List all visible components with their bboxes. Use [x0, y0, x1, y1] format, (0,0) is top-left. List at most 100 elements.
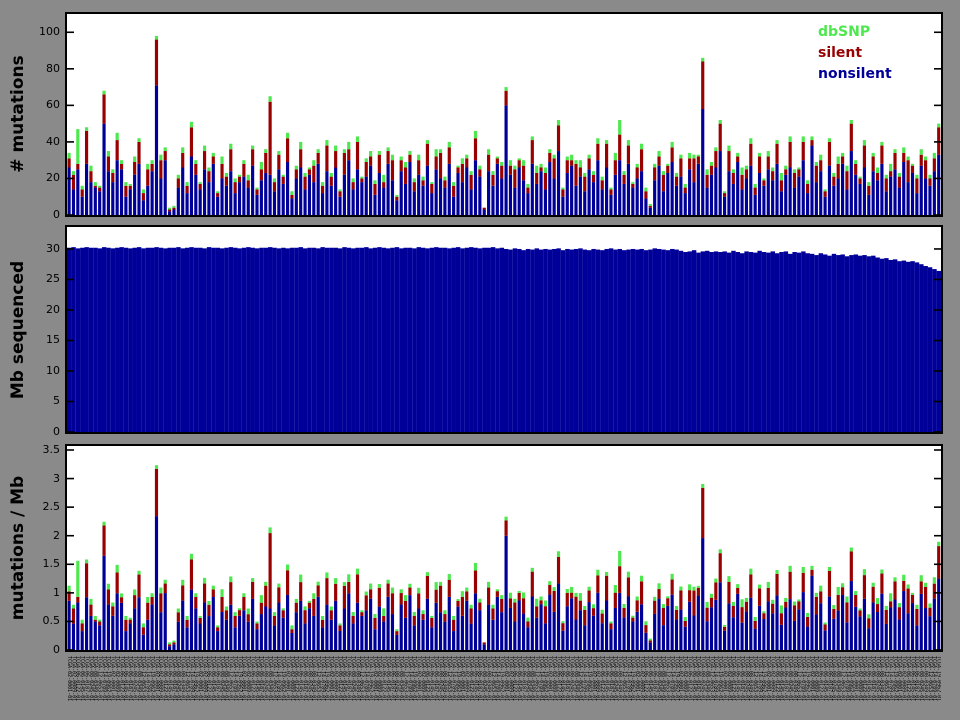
bar-dbsnp	[277, 151, 280, 155]
bar-mb	[648, 250, 652, 432]
bar-silent	[845, 602, 848, 622]
bar-dbsnp	[675, 606, 678, 610]
bar-nonsilent	[334, 601, 337, 650]
bar-silent	[229, 582, 232, 605]
bar-nonsilent	[207, 616, 210, 650]
bar-nonsilent	[553, 178, 556, 215]
bar-silent	[592, 608, 595, 616]
bar-dbsnp	[649, 639, 652, 641]
bar-nonsilent	[566, 173, 569, 215]
bar-dbsnp	[282, 608, 285, 610]
bar-dbsnp	[771, 167, 774, 171]
bar-nonsilent	[317, 597, 320, 650]
bar-silent	[771, 604, 774, 614]
bar-silent	[356, 142, 359, 169]
bar-silent	[684, 621, 687, 627]
bar-nonsilent	[391, 180, 394, 215]
bar-nonsilent	[260, 180, 263, 215]
bar-silent	[378, 588, 381, 607]
bar-silent	[928, 178, 931, 185]
bar-silent	[692, 158, 695, 182]
bar-mb	[469, 247, 473, 432]
bar-nonsilent	[120, 603, 123, 650]
bar-nonsilent	[837, 611, 840, 650]
bar-nonsilent	[421, 186, 424, 215]
bar-silent	[815, 166, 818, 182]
bar-dbsnp	[688, 153, 691, 158]
bar-silent	[706, 175, 709, 188]
bar-nonsilent	[85, 164, 88, 215]
bar-silent	[251, 582, 254, 599]
bar-dbsnp	[238, 175, 241, 177]
bar-dbsnp	[876, 598, 879, 604]
bar-mb	[246, 247, 250, 432]
bar-dbsnp	[426, 140, 429, 144]
bar-dbsnp	[684, 617, 687, 621]
bar-dbsnp	[819, 586, 822, 592]
bar-dbsnp	[854, 160, 857, 164]
bar-dbsnp	[544, 167, 547, 172]
bar-dbsnp	[535, 599, 538, 607]
bar-nonsilent	[116, 593, 119, 650]
bar-dbsnp	[710, 162, 713, 166]
bar-nonsilent	[400, 604, 403, 650]
bar-silent	[915, 609, 918, 625]
bar-dbsnp	[185, 182, 188, 186]
bar-dbsnp	[408, 151, 411, 155]
bar-nonsilent	[679, 610, 682, 650]
bar-silent	[845, 171, 848, 189]
bar-silent	[666, 598, 669, 606]
bar-dbsnp	[387, 147, 390, 151]
bar-dbsnp	[373, 180, 376, 184]
bar-mb	[290, 248, 294, 432]
bar-nonsilent	[238, 182, 241, 215]
bar-silent	[675, 610, 678, 620]
y-tick-label: 25	[18, 272, 60, 286]
bar-nonsilent	[775, 595, 778, 650]
bar-nonsilent	[679, 177, 682, 215]
bar-nonsilent	[470, 624, 473, 650]
bar-dbsnp	[605, 572, 608, 576]
bar-mb	[513, 248, 517, 432]
bar-silent	[408, 155, 411, 162]
bar-nonsilent	[749, 166, 752, 215]
bar-mb	[303, 248, 307, 432]
bar-silent	[260, 169, 263, 180]
bar-nonsilent	[220, 178, 223, 215]
bar-silent	[570, 593, 573, 599]
bar-dbsnp	[614, 585, 617, 593]
bar-silent	[251, 149, 254, 165]
bar-mb	[281, 248, 285, 432]
bar-nonsilent	[736, 594, 739, 650]
bar-nonsilent	[614, 608, 617, 650]
bar-nonsilent	[784, 175, 787, 215]
bar-dbsnp	[352, 612, 355, 616]
bar-nonsilent	[858, 616, 861, 650]
bar-silent	[443, 180, 446, 187]
bar-dbsnp	[220, 589, 223, 597]
bar-dbsnp	[566, 589, 569, 593]
bar-nonsilent	[522, 180, 525, 215]
bar-nonsilent	[526, 193, 529, 215]
bar-dbsnp	[841, 583, 844, 587]
bar-silent	[858, 178, 861, 183]
bar-silent	[430, 184, 433, 193]
bar-nonsilent	[461, 182, 464, 215]
bar-silent	[767, 157, 770, 170]
bar-dbsnp	[854, 591, 857, 595]
bar-silent	[544, 173, 547, 189]
bar-dbsnp	[76, 129, 79, 164]
bar-silent	[531, 572, 534, 597]
bar-nonsilent	[470, 189, 473, 215]
bar-dbsnp	[679, 587, 682, 591]
bar-silent	[893, 153, 896, 169]
bar-dbsnp	[426, 572, 429, 576]
bar-nonsilent	[557, 151, 560, 215]
bar-dbsnp	[312, 160, 315, 165]
bar-nonsilent	[94, 622, 97, 650]
bar-nonsilent	[421, 620, 424, 650]
bar-dbsnp	[732, 602, 735, 606]
bar-dbsnp	[749, 569, 752, 575]
bar-nonsilent	[378, 173, 381, 215]
bar-dbsnp	[264, 582, 267, 586]
